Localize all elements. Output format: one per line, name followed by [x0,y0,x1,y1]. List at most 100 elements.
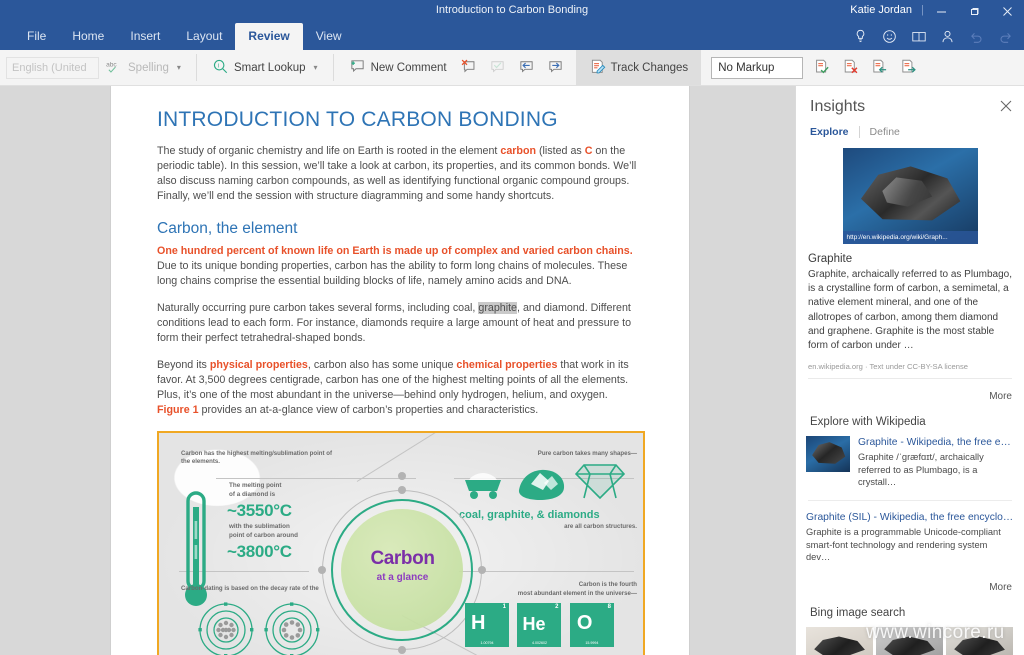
insights-content: http://en.wikipedia.org/wiki/Graph... Gr… [796,148,1024,655]
result-thumbnail [806,436,850,472]
markup-group: No Markup [701,50,929,85]
sublimation-note-line2: point of carbon around [229,532,298,541]
paragraph-properties: Beyond its physical properties, carbon a… [157,358,643,418]
account-person-icon[interactable] [933,24,962,48]
element-number: 8 [608,604,611,610]
tab-review[interactable]: Review [235,23,302,50]
new-comment-label: New Comment [371,62,447,74]
melting-caption: Carbon has the highest melting/sublimati… [181,450,333,467]
tab-insert[interactable]: Insert [117,23,173,50]
result-body: Graphite - Wikipedia, the free e… Graphi… [858,436,1014,489]
element-weight: 4.002602 [517,641,561,645]
title-bar: Introduction to Carbon Bonding Katie Jor… [0,0,1024,22]
hero-image[interactable]: http://en.wikipedia.org/wiki/Graph... [843,148,978,244]
hub-node [398,486,406,494]
element-number: 1 [503,604,506,610]
document-canvas[interactable]: INTRODUCTION TO CARBON BONDING The study… [0,86,795,655]
bing-section-heading: Bing image search [810,607,1024,619]
selected-word-graphite[interactable]: graphite [478,302,517,314]
read-mode-book-icon[interactable] [904,24,933,48]
hub-node [398,472,406,480]
tab-explore[interactable]: Explore [810,126,849,138]
graphite-rock-icon [515,464,567,505]
minimize-button[interactable] [925,0,958,22]
comments-group: New Comment [336,50,576,85]
abundance-caption-line2: most abundant element in the universe— [469,590,637,598]
close-insights-icon[interactable] [997,97,1015,115]
new-comment-icon [349,58,366,77]
result-description: Graphite is a programmable Unicode-compl… [806,526,1014,564]
element-tile-h: 1 H 1.00794 [465,603,509,647]
bing-image-thumb[interactable] [806,627,873,655]
melting-note-line2: of a diamond is [229,491,275,500]
next-comment-button[interactable] [541,54,570,82]
shapes-caption: Pure carbon takes many shapes— [477,450,637,458]
next-comment-icon [547,58,564,77]
paragraph-forms: Naturally occurring pure carbon takes se… [157,301,643,346]
hero-source-url[interactable]: http://en.wikipedia.org/wiki/Graph... [843,231,978,244]
previous-comment-button[interactable] [512,54,541,82]
chevron-down-icon[interactable]: ▾ [177,63,181,72]
melting-point-value: ~3550°C [227,501,292,521]
carbon-infographic-figure[interactable]: Carbon has the highest melting/sublimati… [157,431,645,655]
account-name[interactable]: Katie Jordan [850,4,912,16]
hub-title: Carbon [300,548,505,570]
melting-note-line1: The melting point [229,482,281,491]
track-changes-icon [589,58,606,78]
result-link[interactable]: Graphite - Wikipedia, the free e… [858,436,1014,449]
paragraph-intro: The study of organic chemistry and life … [157,144,643,204]
svg-text:i: i [218,63,219,69]
hero-more-link[interactable]: More [989,391,1012,402]
abundance-caption-line1: Carbon is the fourth [477,581,637,589]
tab-file[interactable]: File [14,23,59,50]
text-run: Naturally occurring pure carbon takes se… [157,302,478,314]
markup-display-selector[interactable]: No Markup [711,57,803,79]
new-comment-button[interactable]: New Comment [342,54,454,82]
element-tiles: 1 H 1.00794 2 He 4.002602 8 O 15.9994 [465,603,618,652]
next-change-button[interactable] [894,54,923,82]
page-title: INTRODUCTION TO CARBON BONDING [157,108,643,132]
chevron-down-icon[interactable]: ▾ [314,63,318,72]
document-page[interactable]: INTRODUCTION TO CARBON BONDING The study… [110,86,690,655]
tab-layout[interactable]: Layout [173,23,235,50]
restore-button[interactable] [958,0,991,22]
hero-card[interactable]: http://en.wikipedia.org/wiki/Graph... Gr… [806,148,1014,379]
dating-caption: Carbon-dating is based on the decay rate… [181,585,351,593]
accent-run-figure1: Figure 1 [157,404,199,416]
result-description: Graphite /ˈɡræfɑɪt/, archaically referre… [858,451,1014,489]
smiley-feedback-icon[interactable] [875,24,904,48]
close-button[interactable] [991,0,1024,22]
window-controls [925,0,1024,22]
list-item[interactable]: Graphite - Wikipedia, the free e… Graphi… [806,436,1014,489]
track-changes-button[interactable]: Track Changes [582,54,696,82]
tab-home[interactable]: Home [59,23,117,50]
smart-lookup-button[interactable]: i Smart Lookup ▾ [205,54,325,82]
insights-title: Insights [810,98,1012,116]
hero-title: Graphite [808,253,1012,265]
reject-change-button[interactable] [836,54,865,82]
carbon-12-atom-icon [263,601,321,655]
carbon-14-atom-icon [197,601,255,655]
resolve-comment-button[interactable] [483,54,512,82]
hero-attribution: en.wikipedia.org · Text under CC-BY-SA l… [808,362,1012,379]
previous-change-button[interactable] [865,54,894,82]
accept-change-button[interactable] [807,54,836,82]
tell-me-lightbulb-icon[interactable] [846,24,875,48]
redo-icon[interactable] [991,24,1020,48]
delete-comment-button[interactable] [454,54,483,82]
wikipedia-more-link[interactable]: More [989,582,1012,593]
result-link[interactable]: Graphite (SIL) - Wikipedia, the free enc… [806,511,1014,524]
hub-node [318,566,326,574]
undo-icon[interactable] [962,24,991,48]
tab-divider [859,126,860,138]
insights-tabs: Explore Define [810,126,1024,138]
hero-more-row: More [796,379,1024,404]
list-item[interactable]: Graphite (SIL) - Wikipedia, the free enc… [806,511,1014,564]
element-tile-he: 2 He 4.002602 [517,603,561,647]
tab-define[interactable]: Define [870,126,900,138]
language-selector[interactable]: English (United [6,57,99,79]
spelling-button[interactable]: abc Spelling ▾ [99,54,188,82]
delete-comment-icon [460,58,477,77]
element-weight: 15.9994 [570,641,614,645]
tab-view[interactable]: View [303,23,355,50]
